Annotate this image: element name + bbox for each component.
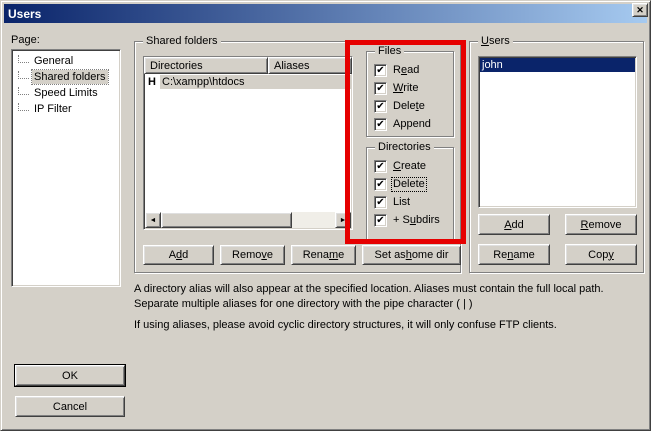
tree-branch-icon xyxy=(18,71,29,79)
remove-user-button[interactable]: Remove xyxy=(565,214,637,235)
tree-branch-icon xyxy=(18,87,29,95)
cancel-button[interactable]: Cancel xyxy=(15,396,125,417)
column-header-directories[interactable]: Directories xyxy=(144,57,268,74)
home-dir-marker: H xyxy=(144,76,160,88)
add-user-button[interactable]: Add xyxy=(478,214,550,235)
page-item-general[interactable]: General xyxy=(12,53,120,69)
page-item-speed-limits[interactable]: Speed Limits xyxy=(12,85,120,101)
directory-cell: C:\xampp\htdocs xyxy=(160,75,352,89)
user-list-item[interactable]: john xyxy=(480,58,635,72)
scroll-left-icon[interactable]: ◄ xyxy=(145,212,161,228)
close-icon[interactable]: ✕ xyxy=(632,3,648,17)
add-folder-button[interactable]: Add xyxy=(143,245,214,265)
users-dialog: Users ✕ Page: General Shared folders Spe… xyxy=(0,0,651,431)
table-row[interactable]: H C:\xampp\htdocs xyxy=(144,74,352,89)
page-item-ip-filter[interactable]: IP Filter xyxy=(12,101,120,117)
scrollbar-thumb[interactable] xyxy=(161,212,292,228)
rename-user-button[interactable]: Rename xyxy=(478,244,550,265)
page-label: Page: xyxy=(11,34,40,46)
window-title: Users xyxy=(8,7,41,21)
users-group: Users john Add Remove Rename Copy xyxy=(469,41,644,273)
tree-branch-icon xyxy=(18,55,29,63)
shared-folders-group-label: Shared folders xyxy=(143,34,221,48)
alias-note-2: If using aliases, please avoid cyclic di… xyxy=(134,318,644,333)
rename-folder-button[interactable]: Rename xyxy=(291,245,356,265)
users-list: john xyxy=(478,56,637,208)
alias-notes: A directory alias will also appear at th… xyxy=(134,282,644,333)
users-group-label: Users xyxy=(478,34,513,48)
page-item-shared-folders[interactable]: Shared folders xyxy=(12,69,120,85)
list-header: Directories Aliases xyxy=(144,57,352,74)
page-list: General Shared folders Speed Limits IP F… xyxy=(11,49,121,287)
remove-folder-button[interactable]: Remove xyxy=(220,245,285,265)
directories-list: Directories Aliases H C:\xampp\htdocs ◄ … xyxy=(143,56,353,230)
horizontal-scrollbar[interactable]: ◄ ► xyxy=(145,212,351,228)
annotation-highlight-box xyxy=(345,40,466,244)
title-bar[interactable]: Users xyxy=(4,4,647,23)
ok-button[interactable]: OK xyxy=(15,365,125,386)
set-home-dir-button[interactable]: Set as home dir xyxy=(362,245,461,265)
tree-branch-icon xyxy=(18,103,29,111)
alias-note-1: A directory alias will also appear at th… xyxy=(134,282,644,312)
column-header-aliases[interactable]: Aliases xyxy=(268,57,352,74)
scrollbar-track[interactable] xyxy=(292,212,335,228)
copy-user-button[interactable]: Copy xyxy=(565,244,637,265)
